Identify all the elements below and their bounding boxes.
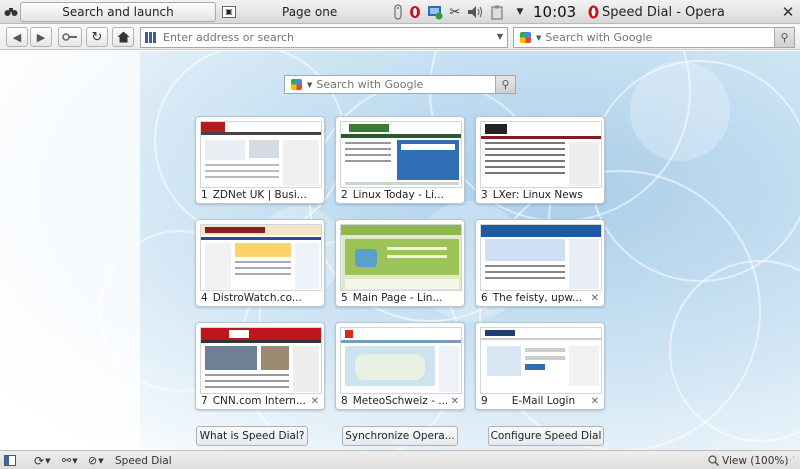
back-button[interactable]: ◀ xyxy=(6,27,28,47)
search-input[interactable] xyxy=(545,31,774,44)
reload-button[interactable]: ↻ xyxy=(86,27,108,47)
synchronize-opera-label: Synchronize Opera... xyxy=(345,430,455,442)
tile-title: 8 MeteoSchweiz - ... xyxy=(341,395,449,407)
arrow-right-icon: ▶ xyxy=(36,30,46,44)
wand-button[interactable] xyxy=(58,27,82,47)
speed-dial-tile-7[interactable]: 7 CNN.com Intern... ✕ xyxy=(195,322,325,410)
panel-toggle-icon[interactable] xyxy=(4,453,16,468)
configure-speed-dial-label: Configure Speed Dial xyxy=(490,430,602,442)
what-is-speed-dial-label: What is Speed Dial? xyxy=(199,430,305,442)
tile-title: 7 CNN.com Intern... xyxy=(201,395,306,407)
page-thumbnail xyxy=(480,121,602,188)
network-icon[interactable] xyxy=(426,3,444,21)
search-and-launch-label: Search and launch xyxy=(62,5,174,19)
speed-dial-tile-6[interactable]: 6 The feisty, upw... ✕ xyxy=(475,219,605,307)
chevron-down-icon[interactable]: ▼ xyxy=(514,3,526,21)
browser-toolbar: ◀ ▶ ↻ ▼ ▼ ⚲ xyxy=(0,24,800,50)
status-label: Speed Dial xyxy=(115,454,172,467)
search-icon[interactable]: ⚲ xyxy=(495,76,515,93)
home-icon xyxy=(117,31,129,43)
synchronize-opera-button[interactable]: Synchronize Opera... xyxy=(342,426,458,446)
sync-icon[interactable]: ⟳ ▼ xyxy=(34,453,50,468)
speed-dial-grid-icon xyxy=(145,32,157,43)
chevron-down-icon[interactable]: ▼ xyxy=(497,32,503,41)
volume-icon[interactable] xyxy=(466,3,486,21)
configure-speed-dial-button[interactable]: Configure Speed Dial xyxy=(488,426,604,446)
info-icon[interactable] xyxy=(392,3,404,21)
window-title: Speed Dial - Opera xyxy=(602,4,725,20)
scissors-icon[interactable]: ✂ xyxy=(448,3,462,21)
page-thumbnail xyxy=(200,224,322,291)
page-thumbnail xyxy=(480,224,602,291)
home-button[interactable] xyxy=(112,27,134,47)
speed-dial-search-input[interactable] xyxy=(316,78,497,91)
tile-title: 6 The feisty, upw... xyxy=(481,292,583,304)
zoom-control[interactable]: View (100%) xyxy=(708,453,788,468)
google-icon[interactable] xyxy=(286,76,306,93)
tile-title: 3 LXer: Linux News xyxy=(481,189,583,201)
turbo-icon[interactable]: ⊘ ▼ xyxy=(88,453,104,468)
close-tile-icon[interactable]: ✕ xyxy=(591,396,599,407)
tile-title: 5 Main Page - Lin... xyxy=(341,292,443,304)
speed-dial-tile-3[interactable]: 3 LXer: Linux News xyxy=(475,116,605,204)
tile-title: 9 E-Mail Login xyxy=(481,395,576,407)
taskbar-item-page-one[interactable]: ▣ Page one xyxy=(218,2,388,22)
tile-title: 4 DistroWatch.co... xyxy=(201,292,302,304)
address-input[interactable] xyxy=(163,31,483,44)
close-tile-icon[interactable]: ✕ xyxy=(591,293,599,304)
chevron-down-icon[interactable]: ▼ xyxy=(536,34,541,42)
taskbar-item-label: Page one xyxy=(282,5,338,19)
forward-button[interactable]: ▶ xyxy=(30,27,52,47)
clock[interactable]: 10:03 xyxy=(533,2,576,22)
tile-title: 2 Linux Today - Li... xyxy=(341,189,444,201)
speed-dial-tile-8[interactable]: 8 MeteoSchweiz - ... ✕ xyxy=(335,322,465,410)
search-and-launch-button[interactable]: Search and launch xyxy=(20,2,216,22)
key-icon xyxy=(62,33,77,41)
speed-dial-tile-9[interactable]: 9 E-Mail Login ✕ xyxy=(475,322,605,410)
page-thumbnail xyxy=(340,121,462,188)
page-thumbnail xyxy=(340,327,462,394)
speed-dial-tile-5[interactable]: 5 Main Page - Lin... xyxy=(335,219,465,307)
page-thumbnail xyxy=(340,224,462,291)
speed-dial-tile-1[interactable]: 1 ZDNet UK | Busi... xyxy=(195,116,325,204)
reload-icon: ↻ xyxy=(91,29,103,45)
speed-dial-search-field[interactable]: ▼ ⚲ xyxy=(284,75,516,94)
zoom-icon xyxy=(708,455,719,466)
tile-title: 1 ZDNet UK | Busi... xyxy=(201,189,307,201)
status-bar: ⟳ ▼ ⚯ ▼ ⊘ ▼ Speed Dial View (100%) ⋰ xyxy=(0,450,800,469)
google-icon[interactable] xyxy=(515,29,535,46)
page-thumbnail xyxy=(480,327,602,394)
speed-dial-page: ▼ ⚲ 1ZDNet UK | Busi... xyxy=(0,51,800,450)
binoculars-icon[interactable] xyxy=(4,3,18,21)
close-tile-icon[interactable]: ✕ xyxy=(311,396,319,407)
resize-grip-icon[interactable]: ⋰ xyxy=(786,453,796,468)
speed-dial-tile-4[interactable]: 4 DistroWatch.co... xyxy=(195,219,325,307)
close-icon[interactable]: ✕ xyxy=(778,2,798,22)
page-thumbnail xyxy=(200,327,322,394)
arrow-left-icon: ◀ xyxy=(12,30,22,44)
top-panel: Search and launch ▣ Page one ✂ ▼ 10:03 S… xyxy=(0,0,800,24)
window-icon: ▣ xyxy=(222,6,236,18)
chevron-down-icon[interactable]: ▼ xyxy=(307,81,312,89)
search-field[interactable]: ▼ ⚲ xyxy=(513,27,795,48)
search-icon[interactable]: ⚲ xyxy=(774,28,794,47)
zoom-label: View (100%) xyxy=(722,454,789,467)
what-is-speed-dial-button[interactable]: What is Speed Dial? xyxy=(196,426,308,446)
close-tile-icon[interactable]: ✕ xyxy=(451,396,459,407)
speed-dial-tile-2[interactable]: 2 Linux Today - Li... xyxy=(335,116,465,204)
address-bar[interactable]: ▼ xyxy=(140,27,508,48)
page-thumbnail xyxy=(200,121,322,188)
opera-tray-icon[interactable] xyxy=(408,3,422,21)
opera-logo-icon xyxy=(586,3,600,21)
clipboard-icon[interactable] xyxy=(490,3,504,21)
unite-icon[interactable]: ⚯ ▼ xyxy=(62,453,78,468)
